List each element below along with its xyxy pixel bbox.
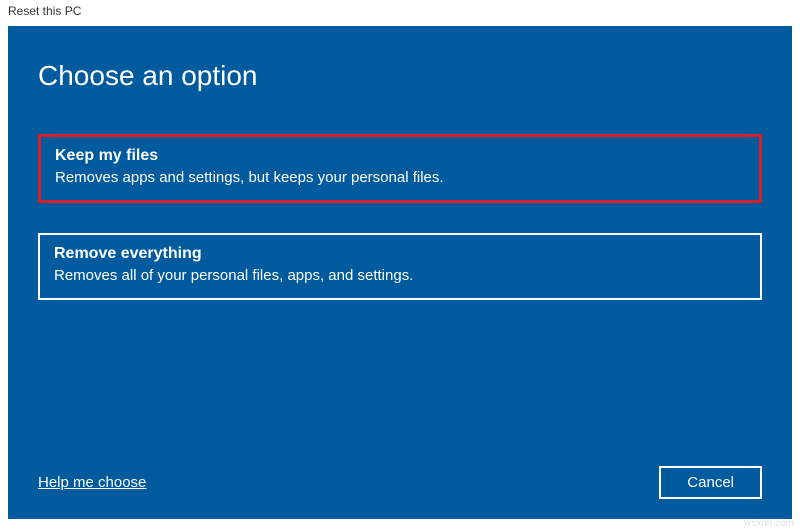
window-title-bar: Reset this PC: [0, 0, 800, 26]
page-heading: Choose an option: [38, 60, 762, 92]
option-remove-everything[interactable]: Remove everything Removes all of your pe…: [38, 233, 762, 300]
window-title: Reset this PC: [8, 4, 81, 18]
cancel-button[interactable]: Cancel: [659, 466, 762, 499]
option-description: Removes apps and settings, but keeps you…: [55, 169, 745, 186]
dialog-footer: Help me choose Cancel: [38, 466, 762, 499]
option-title: Remove everything: [54, 245, 746, 263]
option-keep-my-files[interactable]: Keep my files Removes apps and settings,…: [38, 134, 762, 203]
dialog-body: Choose an option Keep my files Removes a…: [8, 26, 792, 519]
help-me-choose-link[interactable]: Help me choose: [38, 474, 146, 491]
option-title: Keep my files: [55, 147, 745, 165]
watermark: wsxdn.com: [744, 518, 794, 529]
option-description: Removes all of your personal files, apps…: [54, 267, 746, 284]
